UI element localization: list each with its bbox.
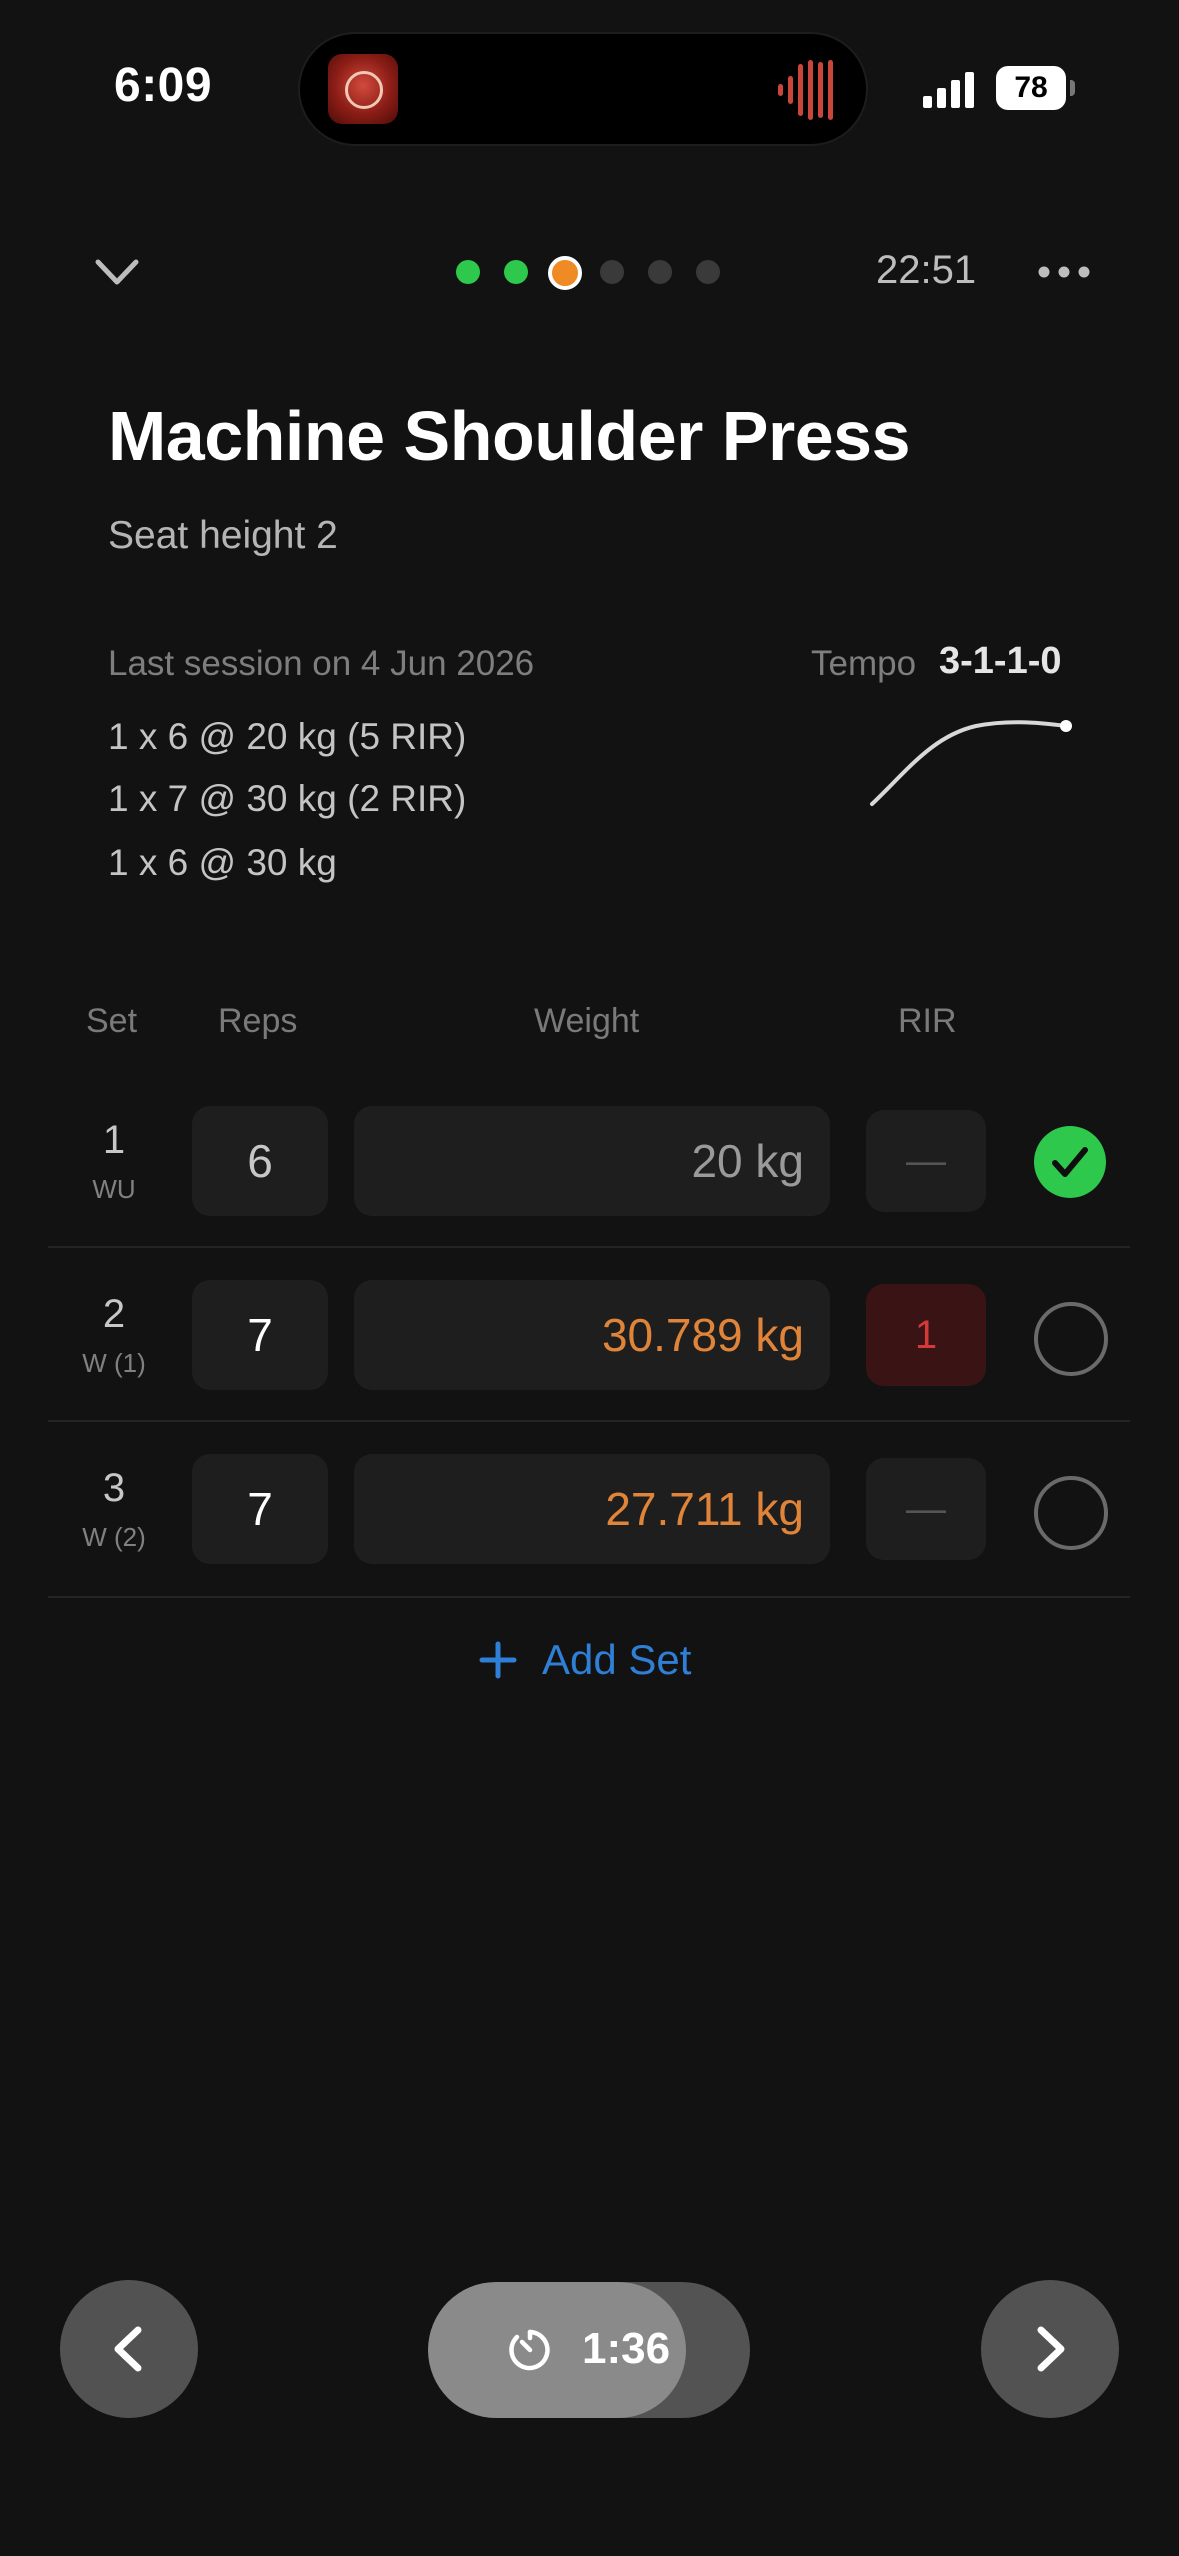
- add-set-button[interactable]: Add Set: [542, 1636, 691, 1684]
- chevron-down-icon[interactable]: [94, 254, 140, 290]
- exercise-title: Machine Shoulder Press: [108, 397, 911, 475]
- last-session-set: 1 x 6 @ 20 kg (5 RIR): [108, 716, 467, 757]
- exercise-note[interactable]: Seat height 2: [108, 514, 338, 558]
- plus-icon[interactable]: [478, 1640, 518, 1680]
- progress-dot-done[interactable]: [456, 260, 480, 284]
- chevron-left-icon: [114, 2326, 142, 2372]
- rir-input[interactable]: —: [866, 1110, 986, 1212]
- last-session-label: Last session on 4 Jun 2026: [108, 644, 535, 683]
- previous-exercise-button[interactable]: [60, 2280, 198, 2418]
- battery-icon: 78: [996, 66, 1066, 110]
- row-divider: [48, 1246, 1130, 1248]
- row-divider: [48, 1420, 1130, 1422]
- set-number: 1: [102, 1118, 126, 1162]
- checkmark-icon: [1052, 1147, 1088, 1177]
- trend-sparkline: [870, 720, 1072, 806]
- set-type[interactable]: W (1): [54, 1348, 174, 1379]
- cellular-signal-icon: [923, 72, 974, 108]
- row-divider: [48, 1596, 1130, 1598]
- column-header-reps: Reps: [218, 1002, 298, 1040]
- chevron-right-icon: [1037, 2326, 1065, 2372]
- rir-input[interactable]: 1: [866, 1284, 986, 1386]
- now-playing-artwork: [328, 54, 398, 124]
- next-exercise-button[interactable]: [981, 2280, 1119, 2418]
- set-number: 3: [102, 1466, 126, 1510]
- set-complete-toggle[interactable]: [1034, 1476, 1108, 1550]
- progress-dot-pending[interactable]: [648, 260, 672, 284]
- weight-input[interactable]: 27.711 kg: [354, 1454, 830, 1564]
- reps-input[interactable]: 6: [192, 1106, 328, 1216]
- progress-dot-done[interactable]: [504, 260, 528, 284]
- reps-input[interactable]: 7: [192, 1454, 328, 1564]
- audio-waveform-icon: [778, 60, 833, 120]
- set-complete-toggle[interactable]: [1034, 1302, 1108, 1376]
- last-session-set: 1 x 7 @ 30 kg (2 RIR): [108, 778, 467, 819]
- last-session-set: 1 x 6 @ 30 kg: [108, 842, 337, 883]
- battery-tip: [1070, 80, 1075, 96]
- weight-input[interactable]: 30.789 kg: [354, 1280, 830, 1390]
- set-complete-toggle[interactable]: [1034, 1126, 1106, 1198]
- set-type[interactable]: W (2): [54, 1522, 174, 1553]
- column-header-rir: RIR: [898, 1002, 957, 1040]
- status-time: 6:09: [114, 59, 213, 112]
- set-type[interactable]: WU: [54, 1174, 174, 1205]
- workout-elapsed-time: 22:51: [876, 248, 977, 292]
- more-options-icon[interactable]: [1038, 264, 1090, 280]
- column-header-set: Set: [86, 1002, 138, 1040]
- weight-input[interactable]: 20 kg: [354, 1106, 830, 1216]
- progress-dot-pending[interactable]: [600, 260, 624, 284]
- tempo-value: 3-1-1-0: [939, 640, 1062, 682]
- progress-dot-pending[interactable]: [696, 260, 720, 284]
- reps-input[interactable]: 7: [192, 1280, 328, 1390]
- tempo-label: Tempo: [811, 644, 917, 683]
- set-number: 2: [102, 1292, 126, 1336]
- rest-timer-time: 1:36: [582, 2324, 671, 2373]
- timer-icon: [509, 2329, 550, 2371]
- rir-input[interactable]: —: [866, 1458, 986, 1560]
- progress-dot-current[interactable]: [548, 256, 582, 290]
- column-header-weight: Weight: [534, 1002, 640, 1040]
- rest-timer-button[interactable]: 1:36: [428, 2282, 750, 2418]
- exercise-progress-dots: [456, 256, 726, 290]
